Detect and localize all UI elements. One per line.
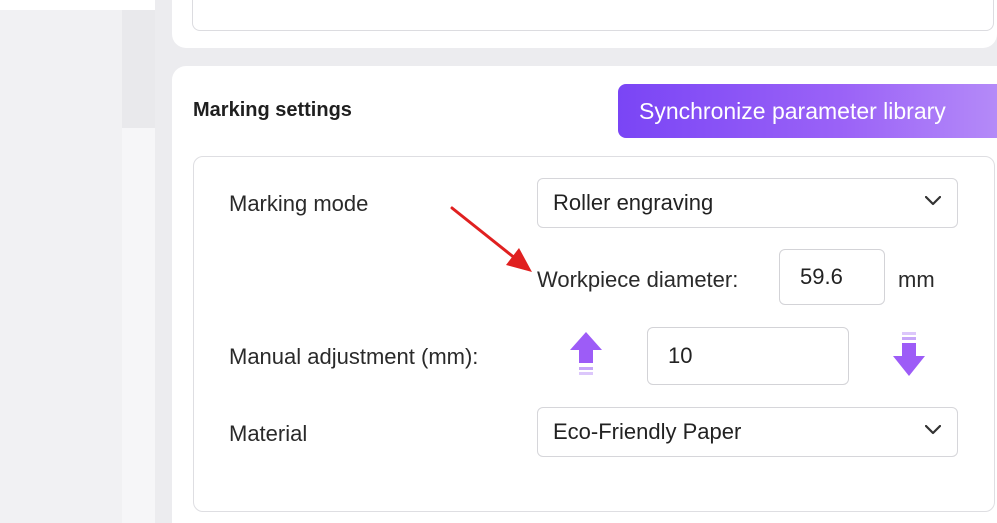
- material-label: Material: [229, 421, 308, 446]
- material-value: Eco-Friendly Paper: [553, 419, 742, 444]
- material-select[interactable]: Eco-Friendly Paper: [537, 407, 958, 457]
- workpiece-diameter-input[interactable]: [779, 249, 885, 305]
- left-sidebar-area: [0, 10, 122, 523]
- marking-mode-select[interactable]: Roller engraving: [537, 178, 958, 228]
- workpiece-diameter-unit: mm: [898, 267, 935, 292]
- arrow-up-icon[interactable]: [568, 330, 604, 378]
- chevron-down-icon: [925, 196, 941, 206]
- red-annotation-arrow-icon: [450, 206, 532, 272]
- left-sidebar-divider-top: [122, 10, 155, 128]
- section-title: Marking settings: [193, 99, 352, 121]
- synchronize-parameter-library-button[interactable]: Synchronize parameter library: [618, 84, 997, 138]
- marking-mode-label: Marking mode: [229, 191, 369, 216]
- marking-mode-value: Roller engraving: [553, 190, 714, 215]
- chevron-down-icon: [925, 425, 941, 435]
- workpiece-diameter-label: Workpiece diameter:: [537, 267, 739, 292]
- left-sidebar-divider-bottom: [122, 128, 155, 523]
- arrow-down-icon[interactable]: [891, 330, 927, 378]
- previous-section-box: [192, 0, 994, 31]
- manual-adjustment-input[interactable]: [647, 327, 849, 385]
- manual-adjustment-label: Manual adjustment (mm):: [229, 344, 479, 369]
